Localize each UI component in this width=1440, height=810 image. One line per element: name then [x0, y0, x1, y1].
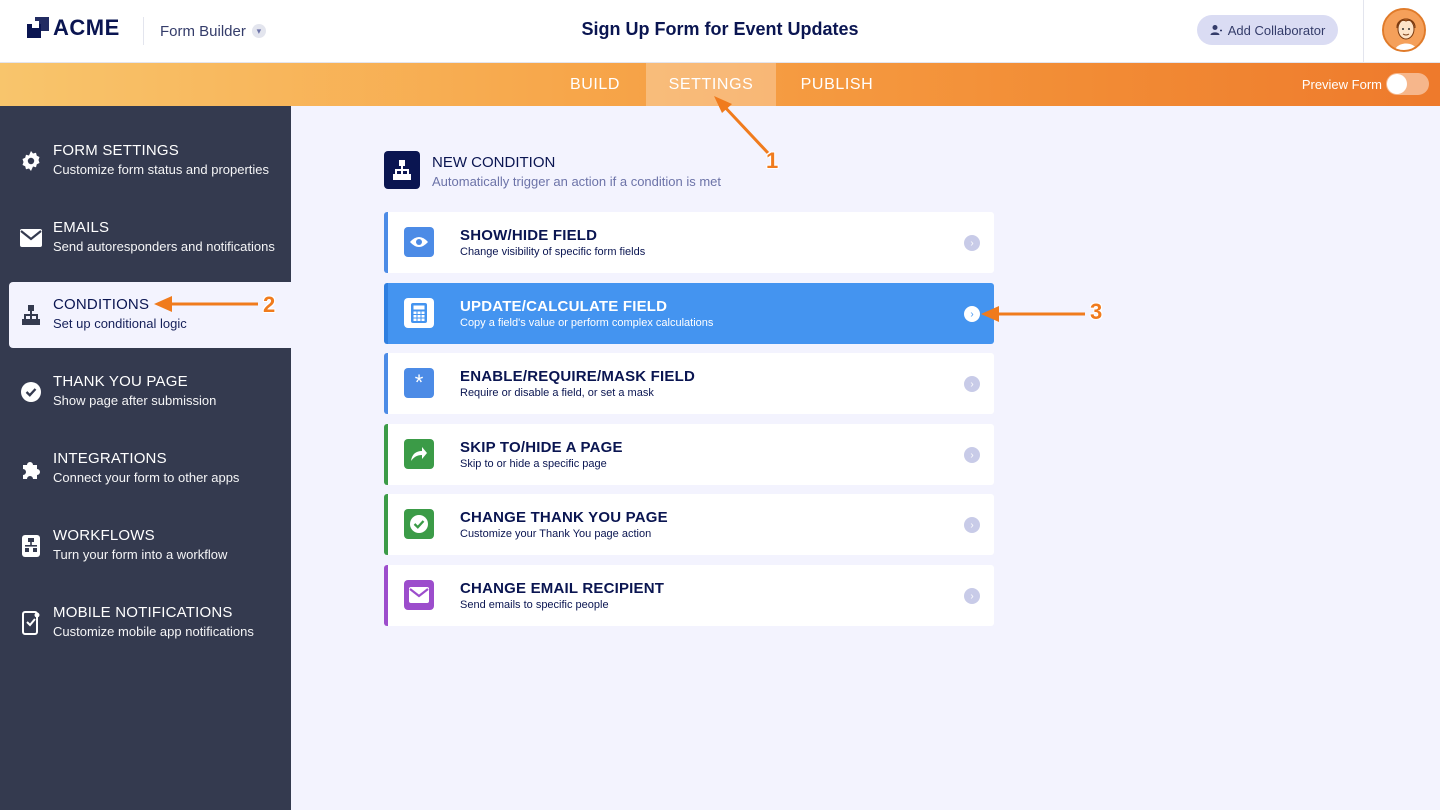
card-title: UPDATE/CALCULATE FIELD: [460, 298, 668, 315]
sidebar-item-title: THANK YOU PAGE: [53, 373, 188, 390]
add-collaborator-button[interactable]: Add Collaborator: [1197, 15, 1338, 45]
card-desc: Copy a field's value or perform complex …: [460, 317, 714, 329]
brand-logo[interactable]: ACME: [27, 15, 120, 41]
sidebar-item-title: MOBILE NOTIFICATIONS: [53, 604, 233, 621]
sidebar-item-desc: Connect your form to other apps: [53, 470, 240, 485]
chevron-right-icon: ›: [964, 376, 980, 392]
chevron-down-icon: ▾: [251, 24, 266, 38]
hierarchy-icon: [20, 304, 42, 326]
annotation-arrow-1: [720, 102, 770, 155]
sidebar-item-emails[interactable]: EMAILS Send autoresponders and notificat…: [0, 205, 291, 271]
sidebar-item-title: WORKFLOWS: [53, 527, 155, 544]
app-switcher[interactable]: Form Builder ▾: [143, 17, 266, 45]
sidebar-item-title: FORM SETTINGS: [53, 142, 179, 159]
builder-navbar: BUILD SETTINGS PUBLISH Preview Form: [0, 63, 1440, 106]
app-switcher-label: Form Builder: [160, 22, 246, 40]
chevron-right-icon: ›: [964, 588, 980, 604]
user-avatar[interactable]: [1382, 8, 1426, 52]
sidebar-item-workflows[interactable]: WORKFLOWS Turn your form into a workflow: [0, 513, 291, 579]
avatar-illustration: [1384, 10, 1424, 50]
preview-form-toggle[interactable]: [1386, 73, 1429, 95]
condition-card-enable-require-mask-field[interactable]: * ENABLE/REQUIRE/MASK FIELD Require or d…: [384, 353, 994, 414]
annotation-number-1: 1: [766, 148, 779, 173]
tab-build-label: BUILD: [569, 75, 621, 93]
top-header: ACME Form Builder ▾ Sign Up Form for Eve…: [0, 0, 1440, 63]
sidebar-item-title: CONDITIONS: [53, 296, 150, 313]
sidebar-item-desc: Turn your form into a workflow: [53, 547, 228, 562]
card-desc: Require or disable a field, or set a mas…: [460, 387, 654, 399]
card-desc: Send emails to specific people: [460, 599, 609, 611]
sidebar-item-form-settings[interactable]: FORM SETTINGS Customize form status and …: [0, 128, 291, 194]
preview-form-label: Preview Form: [1301, 77, 1382, 92]
envelope-icon: [404, 580, 434, 610]
gear-icon: [20, 150, 42, 172]
sidebar-item-thank-you-page[interactable]: THANK YOU PAGE Show page after submissio…: [0, 359, 291, 425]
card-title: ENABLE/REQUIRE/MASK FIELD: [460, 368, 696, 385]
calculator-icon: [404, 298, 434, 328]
new-condition-desc: Automatically trigger an action if a con…: [432, 174, 722, 189]
workflow-icon: [20, 535, 42, 557]
tab-publish-label: PUBLISH: [800, 75, 874, 93]
condition-card-skip-to-hide-page[interactable]: SKIP TO/HIDE A PAGE Skip to or hide a sp…: [384, 424, 994, 485]
check-badge-icon: [404, 509, 434, 539]
hierarchy-icon: [384, 151, 420, 189]
tab-build[interactable]: BUILD: [549, 63, 641, 106]
settings-sidebar: FORM SETTINGS Customize form status and …: [0, 106, 291, 810]
header-divider: [1363, 0, 1364, 63]
condition-card-update-calculate-field[interactable]: UPDATE/CALCULATE FIELD Copy a field's va…: [384, 283, 994, 344]
card-title: CHANGE EMAIL RECIPIENT: [460, 580, 665, 597]
card-desc: Skip to or hide a specific page: [460, 458, 607, 470]
sidebar-item-desc: Set up conditional logic: [53, 316, 187, 331]
card-title: CHANGE THANK YOU PAGE: [460, 509, 668, 526]
sidebar-item-title: EMAILS: [53, 219, 110, 236]
sidebar-item-conditions[interactable]: CONDITIONS Set up conditional logic: [9, 282, 291, 348]
envelope-icon: [20, 227, 42, 249]
sidebar-item-mobile-notifications[interactable]: MOBILE NOTIFICATIONS Customize mobile ap…: [0, 590, 291, 656]
condition-card-show-hide-field[interactable]: SHOW/HIDE FIELD Change visibility of spe…: [384, 212, 994, 273]
add-user-icon: [1210, 25, 1222, 35]
brand-name: ACME: [53, 15, 120, 40]
tab-publish[interactable]: PUBLISH: [781, 63, 893, 106]
tab-settings[interactable]: SETTINGS: [646, 63, 776, 106]
card-desc: Change visibility of specific form field…: [460, 246, 646, 258]
card-desc: Customize your Thank You page action: [460, 528, 652, 540]
chevron-right-icon: ›: [964, 447, 980, 463]
eye-icon: [404, 227, 434, 257]
sidebar-item-integrations[interactable]: INTEGRATIONS Connect your form to other …: [0, 436, 291, 502]
card-title: SHOW/HIDE FIELD: [460, 227, 598, 244]
logo-mark-icon: [27, 17, 49, 39]
chevron-right-icon: ›: [964, 517, 980, 533]
tab-settings-label: SETTINGS: [668, 75, 754, 93]
condition-card-change-thank-you-page[interactable]: CHANGE THANK YOU PAGE Customize your Tha…: [384, 494, 994, 555]
sidebar-item-desc: Customize form status and properties: [53, 162, 270, 177]
annotation-number-2: 2: [263, 292, 276, 317]
sidebar-item-title: INTEGRATIONS: [53, 450, 167, 467]
share-arrow-icon: [404, 439, 434, 469]
annotation-number-3: 3: [1090, 299, 1103, 324]
check-circle-icon: [20, 381, 42, 403]
toggle-knob: [1387, 74, 1407, 94]
asterisk-icon: *: [404, 368, 434, 398]
puzzle-icon: [20, 458, 42, 480]
sidebar-item-desc: Customize mobile app notifications: [53, 624, 254, 639]
new-condition-title: NEW CONDITION: [432, 154, 556, 171]
add-collaborator-label: Add Collaborator: [1227, 22, 1326, 38]
chevron-right-icon: ›: [964, 306, 980, 322]
mobile-icon: [20, 611, 42, 635]
condition-card-change-email-recipient[interactable]: CHANGE EMAIL RECIPIENT Send emails to sp…: [384, 565, 994, 626]
sidebar-item-desc: Show page after submission: [53, 393, 217, 408]
card-title: SKIP TO/HIDE A PAGE: [460, 439, 623, 456]
chevron-right-icon: ›: [964, 235, 980, 251]
sidebar-item-desc: Send autoresponders and notifications: [53, 239, 275, 254]
